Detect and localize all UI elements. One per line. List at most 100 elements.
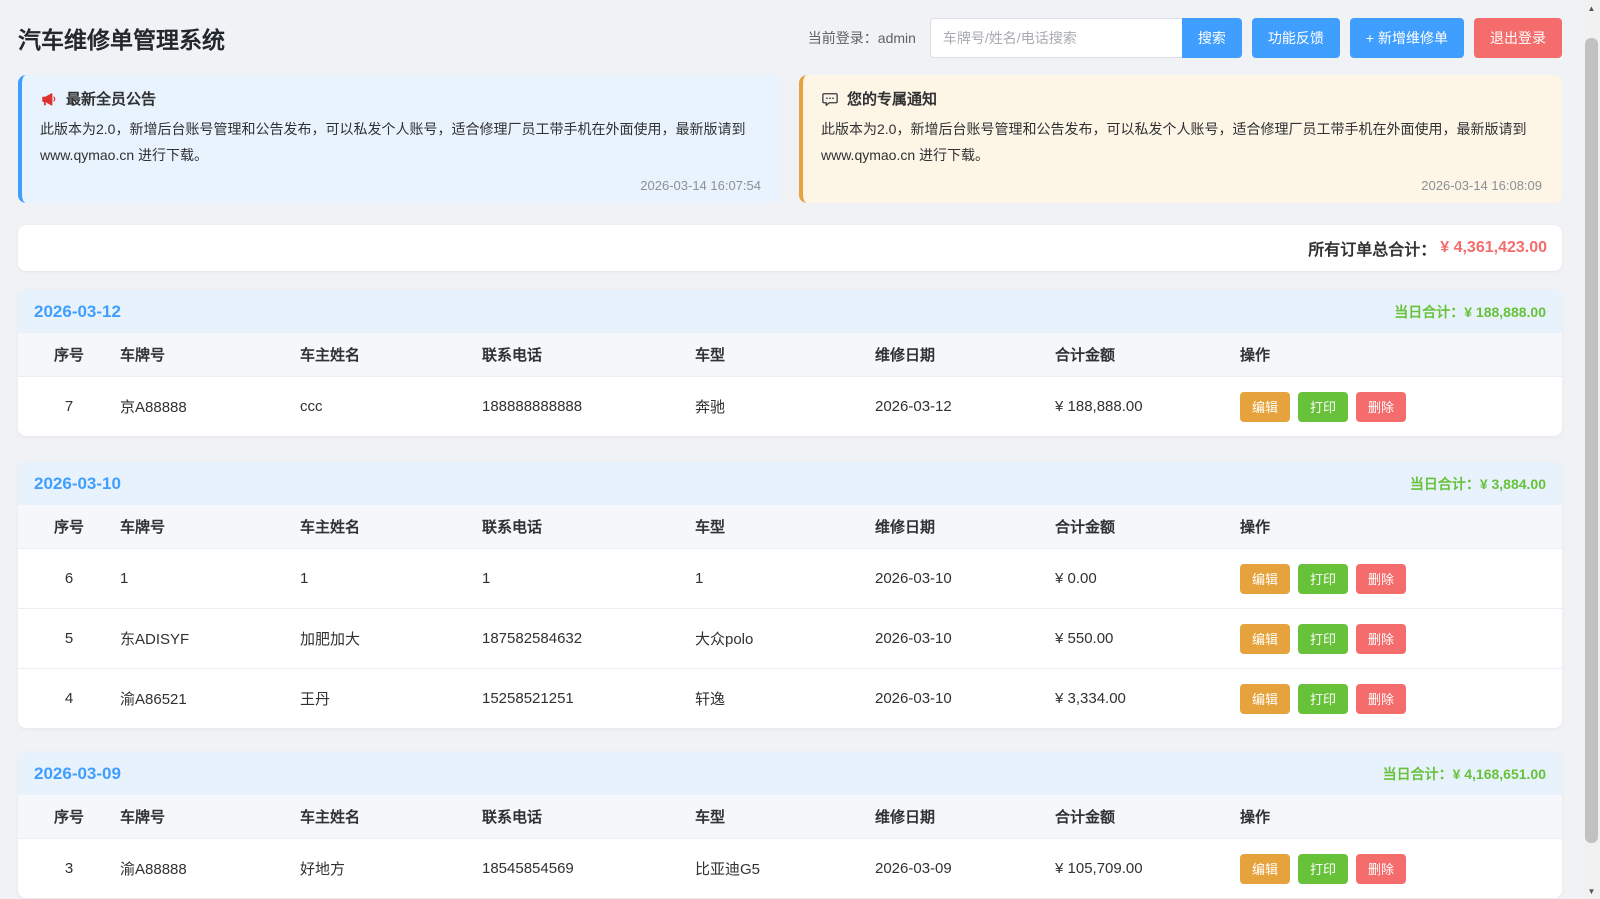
col-plate: 车牌号: [120, 809, 166, 826]
cell-date: 2026-03-10: [875, 570, 952, 587]
col-amount: 合计金额: [1055, 519, 1116, 536]
col-amount: 合计金额: [1055, 809, 1116, 826]
daily-total: 当日合计：¥ 188,888.00: [1394, 302, 1546, 322]
edit-button[interactable]: 编辑: [1240, 683, 1291, 714]
cell-date: 2026-03-09: [875, 860, 952, 877]
col-seq: 序号: [53, 519, 84, 536]
row-actions: 编辑 打印 删除: [1240, 563, 1562, 594]
cell-phone: 188888888888: [482, 398, 583, 415]
row-actions: 编辑 打印 删除: [1240, 623, 1562, 654]
scroll-down-arrow-icon[interactable]: ▼: [1583, 883, 1600, 899]
announcement-body: 此版本为2.0，新增后台账号管理和公告发布，可以私发个人账号，适合修理厂员工带手…: [40, 121, 746, 163]
vertical-scrollbar[interactable]: ▲ ▼: [1583, 0, 1600, 899]
cell-seq: 3: [64, 860, 74, 877]
col-plate: 车牌号: [120, 347, 166, 364]
print-button[interactable]: 打印: [1298, 623, 1349, 654]
cell-amount: ¥ 188,888.00: [1055, 398, 1143, 415]
cell-plate: 京A88888: [120, 399, 187, 416]
cell-model: 1: [695, 570, 704, 587]
cell-date: 2026-03-12: [875, 398, 952, 415]
col-model: 车型: [695, 809, 726, 826]
cell-phone: 1: [482, 570, 491, 587]
grand-total-amount: ¥ 4,361,423.00: [1440, 239, 1547, 256]
col-model: 车型: [695, 347, 726, 364]
edit-button[interactable]: 编辑: [1240, 391, 1291, 422]
edit-button[interactable]: 编辑: [1240, 563, 1291, 594]
edit-button[interactable]: 编辑: [1240, 853, 1291, 884]
search-button[interactable]: 搜索: [1181, 17, 1242, 58]
cell-plate: 东ADISYF: [120, 631, 190, 648]
announcement-timestamp: 2026-03-14 16:07:54: [640, 178, 761, 193]
delete-button[interactable]: 删除: [1356, 391, 1407, 422]
row-actions: 编辑 打印 删除: [1240, 853, 1562, 884]
cell-owner: 加肥加大: [300, 631, 361, 648]
personal-notice-title-row: 您的专属通知: [821, 88, 1542, 109]
col-date: 维修日期: [875, 809, 936, 826]
edit-button[interactable]: 编辑: [1240, 623, 1291, 654]
col-seq: 序号: [53, 809, 84, 826]
delete-button[interactable]: 删除: [1356, 563, 1407, 594]
cell-date: 2026-03-10: [875, 630, 952, 647]
add-repair-order-button[interactable]: + 新增维修单: [1349, 17, 1464, 58]
search-input[interactable]: [929, 17, 1182, 58]
print-button[interactable]: 打印: [1298, 563, 1349, 594]
top-right-controls: 当前登录：admin 搜索 功能反馈 + 新增维修单 退出登录: [808, 17, 1562, 58]
col-phone: 联系电话: [482, 809, 543, 826]
col-amount: 合计金额: [1055, 347, 1116, 364]
col-owner: 车主姓名: [300, 347, 361, 364]
day-section-2026-03-12: 2026-03-12 当日合计：¥ 188,888.00 序号 车牌号 车主姓名…: [18, 290, 1562, 436]
delete-button[interactable]: 删除: [1356, 623, 1407, 654]
personal-notice-body: 此版本为2.0，新增后台账号管理和公告发布，可以私发个人账号，适合修理厂员工带手…: [821, 121, 1527, 163]
col-date: 维修日期: [875, 519, 936, 536]
col-model: 车型: [695, 519, 726, 536]
notice-cards: 最新全员公告 此版本为2.0，新增后台账号管理和公告发布，可以私发个人账号，适合…: [18, 75, 1562, 203]
delete-button[interactable]: 删除: [1356, 853, 1407, 884]
print-button[interactable]: 打印: [1298, 683, 1349, 714]
col-actions: 操作: [1240, 347, 1271, 364]
cell-amount: ¥ 0.00: [1055, 570, 1097, 587]
cell-amount: ¥ 3,334.00: [1055, 690, 1126, 707]
grand-total-bar: 所有订单总合计： ¥ 4,361,423.00: [18, 225, 1562, 271]
col-date: 维修日期: [875, 347, 936, 364]
daily-total-amount: ¥ 4,168,651.00: [1452, 765, 1546, 782]
table-row: 7 京A88888 ccc 188888888888 奔驰 2026-03-12…: [18, 376, 1562, 436]
cell-plate: 渝A88888: [120, 861, 187, 878]
day-section-header: 2026-03-12 当日合计：¥ 188,888.00: [18, 290, 1562, 333]
daily-total-label: 当日合计：: [1394, 303, 1465, 320]
feedback-button[interactable]: 功能反馈: [1251, 17, 1340, 58]
print-button[interactable]: 打印: [1298, 853, 1349, 884]
grand-total-label: 所有订单总合计：: [1308, 242, 1437, 259]
col-phone: 联系电话: [482, 519, 543, 536]
cell-model: 大众polo: [695, 631, 754, 648]
daily-total: 当日合计：¥ 4,168,651.00: [1383, 764, 1546, 784]
page-title: 汽车维修单管理系统: [18, 26, 225, 53]
table-row: 5 东ADISYF 加肥加大 187582584632 大众polo 2026-…: [18, 608, 1562, 668]
row-actions: 编辑 打印 删除: [1240, 683, 1562, 714]
print-button[interactable]: 打印: [1298, 391, 1349, 422]
col-plate: 车牌号: [120, 519, 166, 536]
search-group: 搜索: [929, 17, 1242, 58]
row-actions: 编辑 打印 删除: [1240, 391, 1562, 422]
cell-phone: 15258521251: [482, 690, 574, 707]
table-row: 4 渝A86521 王丹 15258521251 轩逸 2026-03-10 ¥…: [18, 668, 1562, 728]
col-actions: 操作: [1240, 519, 1271, 536]
daily-total-amount: ¥ 3,884.00: [1479, 475, 1546, 492]
scrollbar-thumb[interactable]: [1585, 38, 1598, 843]
cell-owner: 好地方: [300, 861, 346, 878]
logout-button[interactable]: 退出登录: [1474, 17, 1562, 58]
cell-seq: 6: [64, 570, 74, 587]
cell-amount: ¥ 105,709.00: [1055, 860, 1143, 877]
top-bar: 汽车维修单管理系统 当前登录：admin 搜索 功能反馈 + 新增维修单 退出登…: [18, 0, 1562, 75]
cell-seq: 5: [64, 630, 74, 647]
speech-bubble-icon: [822, 92, 838, 106]
daily-total: 当日合计：¥ 3,884.00: [1410, 474, 1546, 494]
daily-total-label: 当日合计：: [1409, 475, 1480, 492]
announcement-title: 最新全员公告: [66, 91, 157, 108]
scroll-up-arrow-icon[interactable]: ▲: [1583, 0, 1600, 16]
table-header-row: 序号 车牌号 车主姓名 联系电话 车型 维修日期 合计金额 操作: [18, 333, 1562, 376]
section-date: 2026-03-10: [34, 473, 121, 493]
cell-owner: ccc: [300, 398, 323, 415]
delete-button[interactable]: 删除: [1356, 683, 1407, 714]
cell-plate: 1: [120, 570, 129, 587]
global-announcement-card: 最新全员公告 此版本为2.0，新增后台账号管理和公告发布，可以私发个人账号，适合…: [18, 75, 781, 203]
